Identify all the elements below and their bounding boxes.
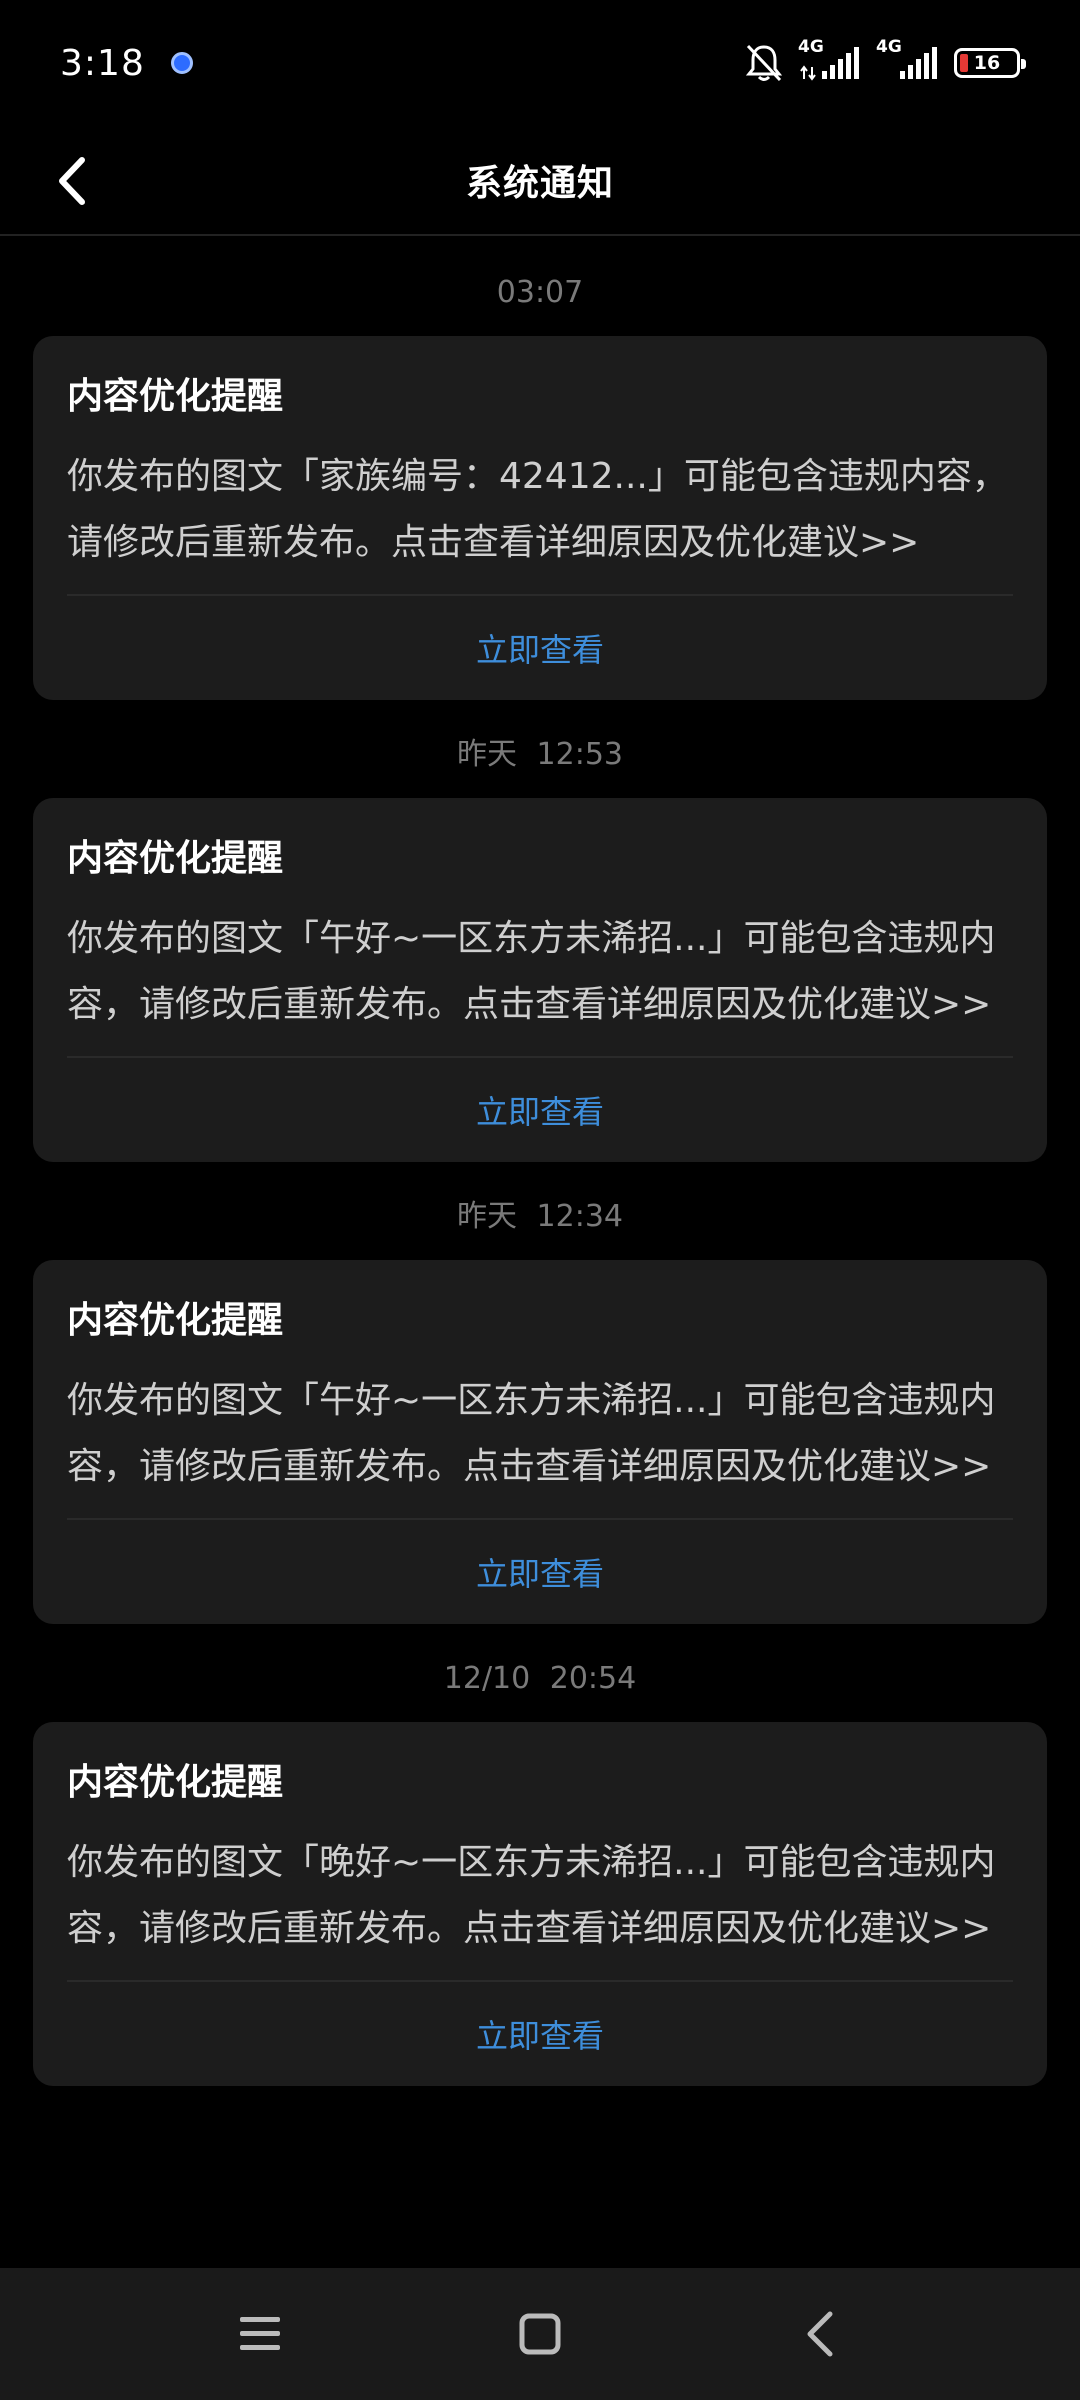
notification-timestamp: 03:07 <box>496 275 584 310</box>
app-notification-icon <box>170 52 193 74</box>
notification-title: 内容优化提醒 <box>67 838 284 879</box>
system-nav-bar <box>0 2268 1080 2400</box>
notification-title: 内容优化提醒 <box>67 1300 284 1341</box>
notification-body: 你发布的图文「午好~一区东方未浠招...」可能包含违规内容，请修改后重新发布。点… <box>67 1380 996 1487</box>
status-icons: 4G 4G 16 <box>744 37 1026 84</box>
home-button[interactable] <box>480 2284 600 2384</box>
bell-off-icon <box>744 42 784 84</box>
back-button[interactable] <box>52 148 122 214</box>
notification-card[interactable]: 内容优化提醒 你发布的图文「午好~一区东方未浠招...」可能包含违规内容，请修改… <box>33 1260 1047 1624</box>
notification-timestamp: 昨天 12:53 <box>457 737 623 772</box>
network-type-2: 4G <box>876 37 902 57</box>
notification-body: 你发布的图文「家族编号：42412...」可能包含违规内容，请修改后重新发布。点… <box>67 456 1008 563</box>
notification-card[interactable]: 内容优化提醒 你发布的图文「晚好~一区东方未浠招...」可能包含违规内容，请修改… <box>33 1722 1047 2086</box>
signal-icon-2: 4G <box>876 37 940 83</box>
notification-item: 昨天 12:53 内容优化提醒 你发布的图文「午好~一区东方未浠招...」可能包… <box>0 700 1080 1162</box>
view-now-button[interactable]: 立即查看 <box>67 1520 1013 1624</box>
back-chevron-icon <box>807 2311 833 2357</box>
page-title: 系统通知 <box>465 163 614 204</box>
notification-item: 12/10 20:54 内容优化提醒 你发布的图文「晚好~一区东方未浠招...」… <box>0 1624 1080 2086</box>
notification-body: 你发布的图文「午好~一区东方未浠招...」可能包含违规内容，请修改后重新发布。点… <box>67 918 996 1025</box>
home-square-icon <box>519 2313 561 2355</box>
network-type-1: 4G <box>798 37 824 57</box>
notification-title: 内容优化提醒 <box>67 376 284 417</box>
notification-feed[interactable]: 03:07 内容优化提醒 你发布的图文「家族编号：42412...」可能包含违规… <box>0 238 1080 2268</box>
recents-button[interactable] <box>200 2284 320 2384</box>
system-back-button[interactable] <box>760 2284 880 2384</box>
header: 系统通知 <box>0 126 1080 236</box>
notification-card[interactable]: 内容优化提醒 你发布的图文「午好~一区东方未浠招...」可能包含违规内容，请修改… <box>33 798 1047 1162</box>
menu-icon <box>240 2317 280 2350</box>
view-now-button[interactable]: 立即查看 <box>67 596 1013 700</box>
view-now-button[interactable]: 立即查看 <box>67 1982 1013 2086</box>
view-now-button[interactable]: 立即查看 <box>67 1058 1013 1162</box>
notification-body: 你发布的图文「晚好~一区东方未浠招...」可能包含违规内容，请修改后重新发布。点… <box>67 1842 996 1949</box>
notification-item: 昨天 12:34 内容优化提醒 你发布的图文「午好~一区东方未浠招...」可能包… <box>0 1162 1080 1624</box>
chevron-left-icon <box>59 157 85 205</box>
status-time: 3:18 <box>60 42 145 84</box>
battery-icon: 16 <box>954 48 1026 78</box>
signal-icon-1: 4G <box>798 37 862 83</box>
notification-timestamp: 昨天 12:34 <box>457 1199 623 1234</box>
screen: 3:18 4G 4G 16 系统通知 03:07 内容优化提醒 你发布的图文「家… <box>0 0 1080 2400</box>
battery-level: 16 <box>973 52 1001 74</box>
notification-title: 内容优化提醒 <box>67 1762 284 1803</box>
notification-timestamp: 12/10 20:54 <box>443 1661 637 1696</box>
notification-item: 03:07 内容优化提醒 你发布的图文「家族编号：42412...」可能包含违规… <box>0 238 1080 700</box>
notification-card[interactable]: 内容优化提醒 你发布的图文「家族编号：42412...」可能包含违规内容，请修改… <box>33 336 1047 700</box>
status-bar: 3:18 4G 4G 16 <box>0 0 1080 126</box>
